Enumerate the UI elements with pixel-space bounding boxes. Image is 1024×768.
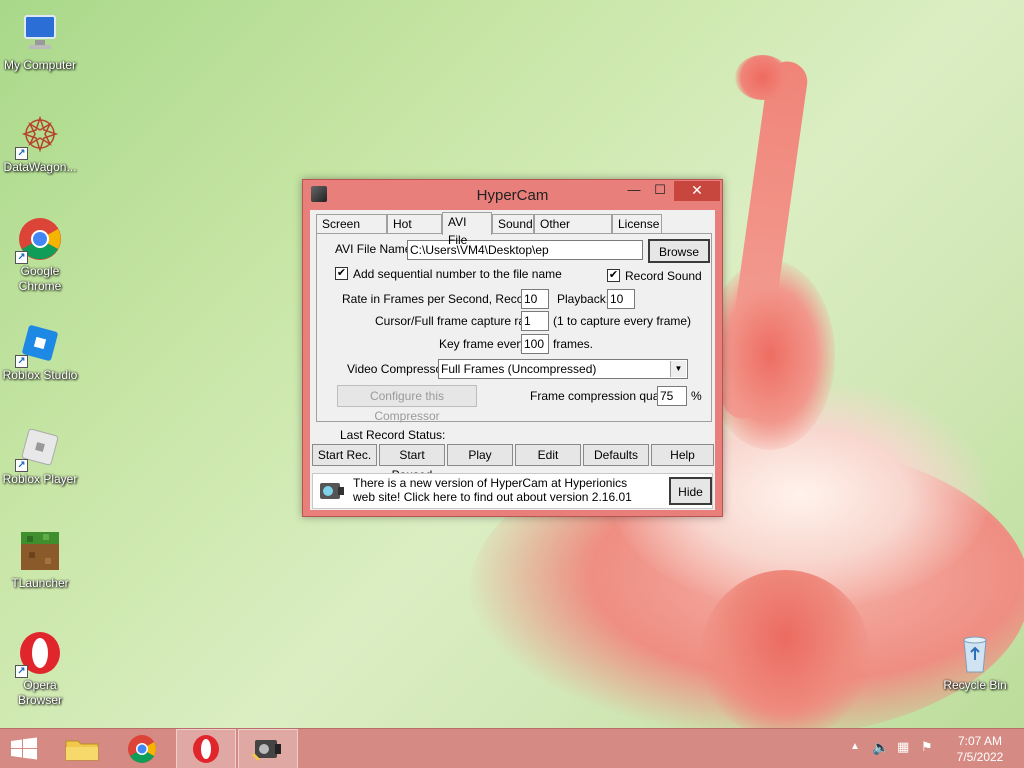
computer-icon bbox=[17, 10, 63, 56]
desktop-icon-label: Opera Browser bbox=[17, 678, 62, 707]
title-bar[interactable]: HyperCam — ☐ ✕ bbox=[303, 180, 722, 210]
desktop-icon-datawagon[interactable]: ↗ DataWagon... bbox=[0, 112, 80, 175]
tab-sound[interactable]: Sound bbox=[492, 214, 534, 234]
avi-file-panel: AVI File Name: C:\Users\VM4\Desktop\ep B… bbox=[316, 233, 712, 423]
avi-file-name-input[interactable]: C:\Users\VM4\Desktop\ep bbox=[407, 240, 643, 260]
desktop-icon-tlauncher[interactable]: TLauncher bbox=[0, 528, 80, 591]
configure-compressor-button[interactable]: Configure this Compressor bbox=[337, 385, 477, 423]
minimize-button[interactable]: — bbox=[621, 181, 647, 201]
browse-button[interactable]: Browse bbox=[648, 239, 710, 263]
play-button[interactable]: Play bbox=[447, 444, 513, 466]
tlauncher-icon bbox=[17, 528, 63, 574]
taskbar-chrome[interactable] bbox=[112, 729, 172, 768]
rate-label: Rate in Frames per Second, Record: bbox=[342, 292, 538, 306]
taskbar-file-explorer[interactable] bbox=[52, 729, 112, 768]
opera-icon: ↗ bbox=[15, 630, 63, 678]
sequential-number-checkbox[interactable]: ✔ bbox=[335, 267, 348, 280]
desktop-icon-label: Google Chrome bbox=[18, 264, 62, 293]
frame-quality-unit: % bbox=[691, 389, 702, 403]
cursor-ratio-input[interactable]: 1 bbox=[521, 311, 549, 331]
desktop-icon-roblox-studio[interactable]: ↗ Roblox Studio bbox=[0, 320, 80, 383]
tab-other-options[interactable]: Other Options bbox=[534, 214, 612, 249]
clock-time: 7:07 AM bbox=[957, 734, 1003, 748]
desktop-icon-label: TLauncher bbox=[11, 576, 69, 590]
desktop-icon-recycle-bin[interactable]: Recycle Bin bbox=[935, 630, 1015, 693]
record-rate-input[interactable]: 10 bbox=[521, 289, 549, 309]
taskbar-hypercam[interactable] bbox=[238, 729, 298, 768]
start-paused-button[interactable]: Start Paused bbox=[379, 444, 445, 482]
desktop-icon-opera[interactable]: ↗ Opera Browser bbox=[0, 630, 80, 708]
network-icon[interactable]: ▦ bbox=[897, 739, 909, 755]
tab-license[interactable]: License bbox=[612, 214, 662, 234]
chrome-icon: ↗ bbox=[15, 216, 63, 264]
start-rec-button[interactable]: Start Rec. bbox=[312, 444, 377, 466]
clock-date: 7/5/2022 bbox=[956, 750, 1004, 764]
clock[interactable]: 7:07 AM 7/5/2022 bbox=[948, 733, 1012, 765]
record-sound-checkbox[interactable]: ✔ bbox=[607, 269, 620, 282]
sequential-number-label: Add sequential number to the file name bbox=[353, 267, 562, 281]
datawagon-icon: ↗ bbox=[15, 112, 63, 160]
start-icon bbox=[11, 737, 37, 760]
video-compressor-select[interactable]: Full Frames (Uncompressed) ▼ bbox=[438, 359, 688, 379]
shortcut-arrow-icon: ↗ bbox=[15, 251, 28, 264]
recycle-bin-icon bbox=[952, 630, 998, 676]
shortcut-arrow-icon: ↗ bbox=[15, 459, 28, 472]
update-banner[interactable]: There is a new version of HyperCam at Hy… bbox=[312, 473, 713, 509]
cursor-ratio-hint: (1 to capture every frame) bbox=[553, 314, 692, 328]
shortcut-arrow-icon: ↗ bbox=[15, 355, 28, 368]
roblox-player-icon: ↗ bbox=[15, 424, 63, 472]
hypercam-icon bbox=[251, 740, 281, 762]
action-center-flag-icon[interactable]: ⚑ bbox=[921, 739, 933, 755]
video-compressor-label: Video Compressor: bbox=[347, 362, 450, 376]
help-button[interactable]: Help bbox=[651, 444, 714, 466]
shortcut-arrow-icon: ↗ bbox=[15, 665, 28, 678]
frame-quality-label: Frame compression quality bbox=[530, 389, 675, 403]
video-compressor-value: Full Frames (Uncompressed) bbox=[441, 362, 597, 376]
opera-icon bbox=[193, 735, 219, 763]
edit-button[interactable]: Edit bbox=[515, 444, 581, 466]
file-explorer-icon bbox=[65, 740, 99, 761]
playback-label: Playback: bbox=[557, 292, 610, 306]
keyframe-suffix: frames. bbox=[553, 337, 594, 351]
desktop-icon-chrome[interactable]: ↗ Google Chrome bbox=[0, 216, 80, 294]
start-button[interactable] bbox=[0, 729, 48, 768]
hide-button[interactable]: Hide bbox=[669, 477, 712, 505]
shortcut-arrow-icon: ↗ bbox=[15, 147, 28, 160]
tab-avi-file[interactable]: AVI File bbox=[442, 212, 492, 247]
playback-rate-input[interactable]: 10 bbox=[607, 289, 635, 309]
desktop-icon-label: Recycle Bin bbox=[943, 678, 1007, 692]
window-client-area: Screen Area Hot Keys AVI File Sound Othe… bbox=[310, 210, 715, 510]
desktop-icon-label: Roblox Studio bbox=[2, 368, 78, 382]
maximize-button[interactable]: ☐ bbox=[647, 181, 673, 201]
keyframe-label: Key frame every bbox=[439, 337, 527, 351]
show-hidden-icons-icon[interactable]: ▲ bbox=[850, 741, 860, 752]
last-record-status-label: Last Record Status: bbox=[340, 428, 446, 442]
update-banner-text[interactable]: There is a new version of HyperCam at Hy… bbox=[353, 476, 633, 504]
chrome-icon bbox=[128, 735, 156, 763]
hypercam-window: HyperCam — ☐ ✕ Screen Area Hot Keys AVI … bbox=[302, 179, 723, 517]
hypercam-camera-icon bbox=[316, 477, 346, 505]
taskbar: ▲ 🔈 ▦ ⚑ 7:07 AM 7/5/2022 bbox=[0, 728, 1024, 768]
tab-screen-area[interactable]: Screen Area bbox=[316, 214, 387, 249]
desktop-icon-roblox-player[interactable]: ↗ Roblox Player bbox=[0, 424, 80, 487]
chevron-down-icon[interactable]: ▼ bbox=[670, 361, 686, 377]
desktop-icon-label: DataWagon... bbox=[3, 160, 77, 174]
desktop-icon-label: Roblox Player bbox=[2, 472, 78, 486]
roblox-studio-icon: ↗ bbox=[15, 320, 63, 368]
keyframe-input[interactable]: 100 bbox=[521, 334, 549, 354]
desktop-icon-my-computer[interactable]: My Computer bbox=[0, 10, 80, 73]
taskbar-opera[interactable] bbox=[176, 729, 236, 768]
frame-quality-input[interactable]: 75 bbox=[657, 386, 687, 406]
defaults-button[interactable]: Defaults bbox=[583, 444, 649, 466]
speaker-icon[interactable]: 🔈 bbox=[872, 739, 889, 756]
cursor-ratio-label: Cursor/Full frame capture ratio bbox=[375, 314, 538, 328]
avi-file-name-label: AVI File Name: bbox=[335, 242, 415, 256]
desktop-icon-label: My Computer bbox=[3, 58, 77, 72]
close-button[interactable]: ✕ bbox=[674, 181, 720, 201]
tab-hot-keys[interactable]: Hot Keys bbox=[387, 214, 442, 249]
record-sound-label: Record Sound bbox=[625, 269, 702, 283]
